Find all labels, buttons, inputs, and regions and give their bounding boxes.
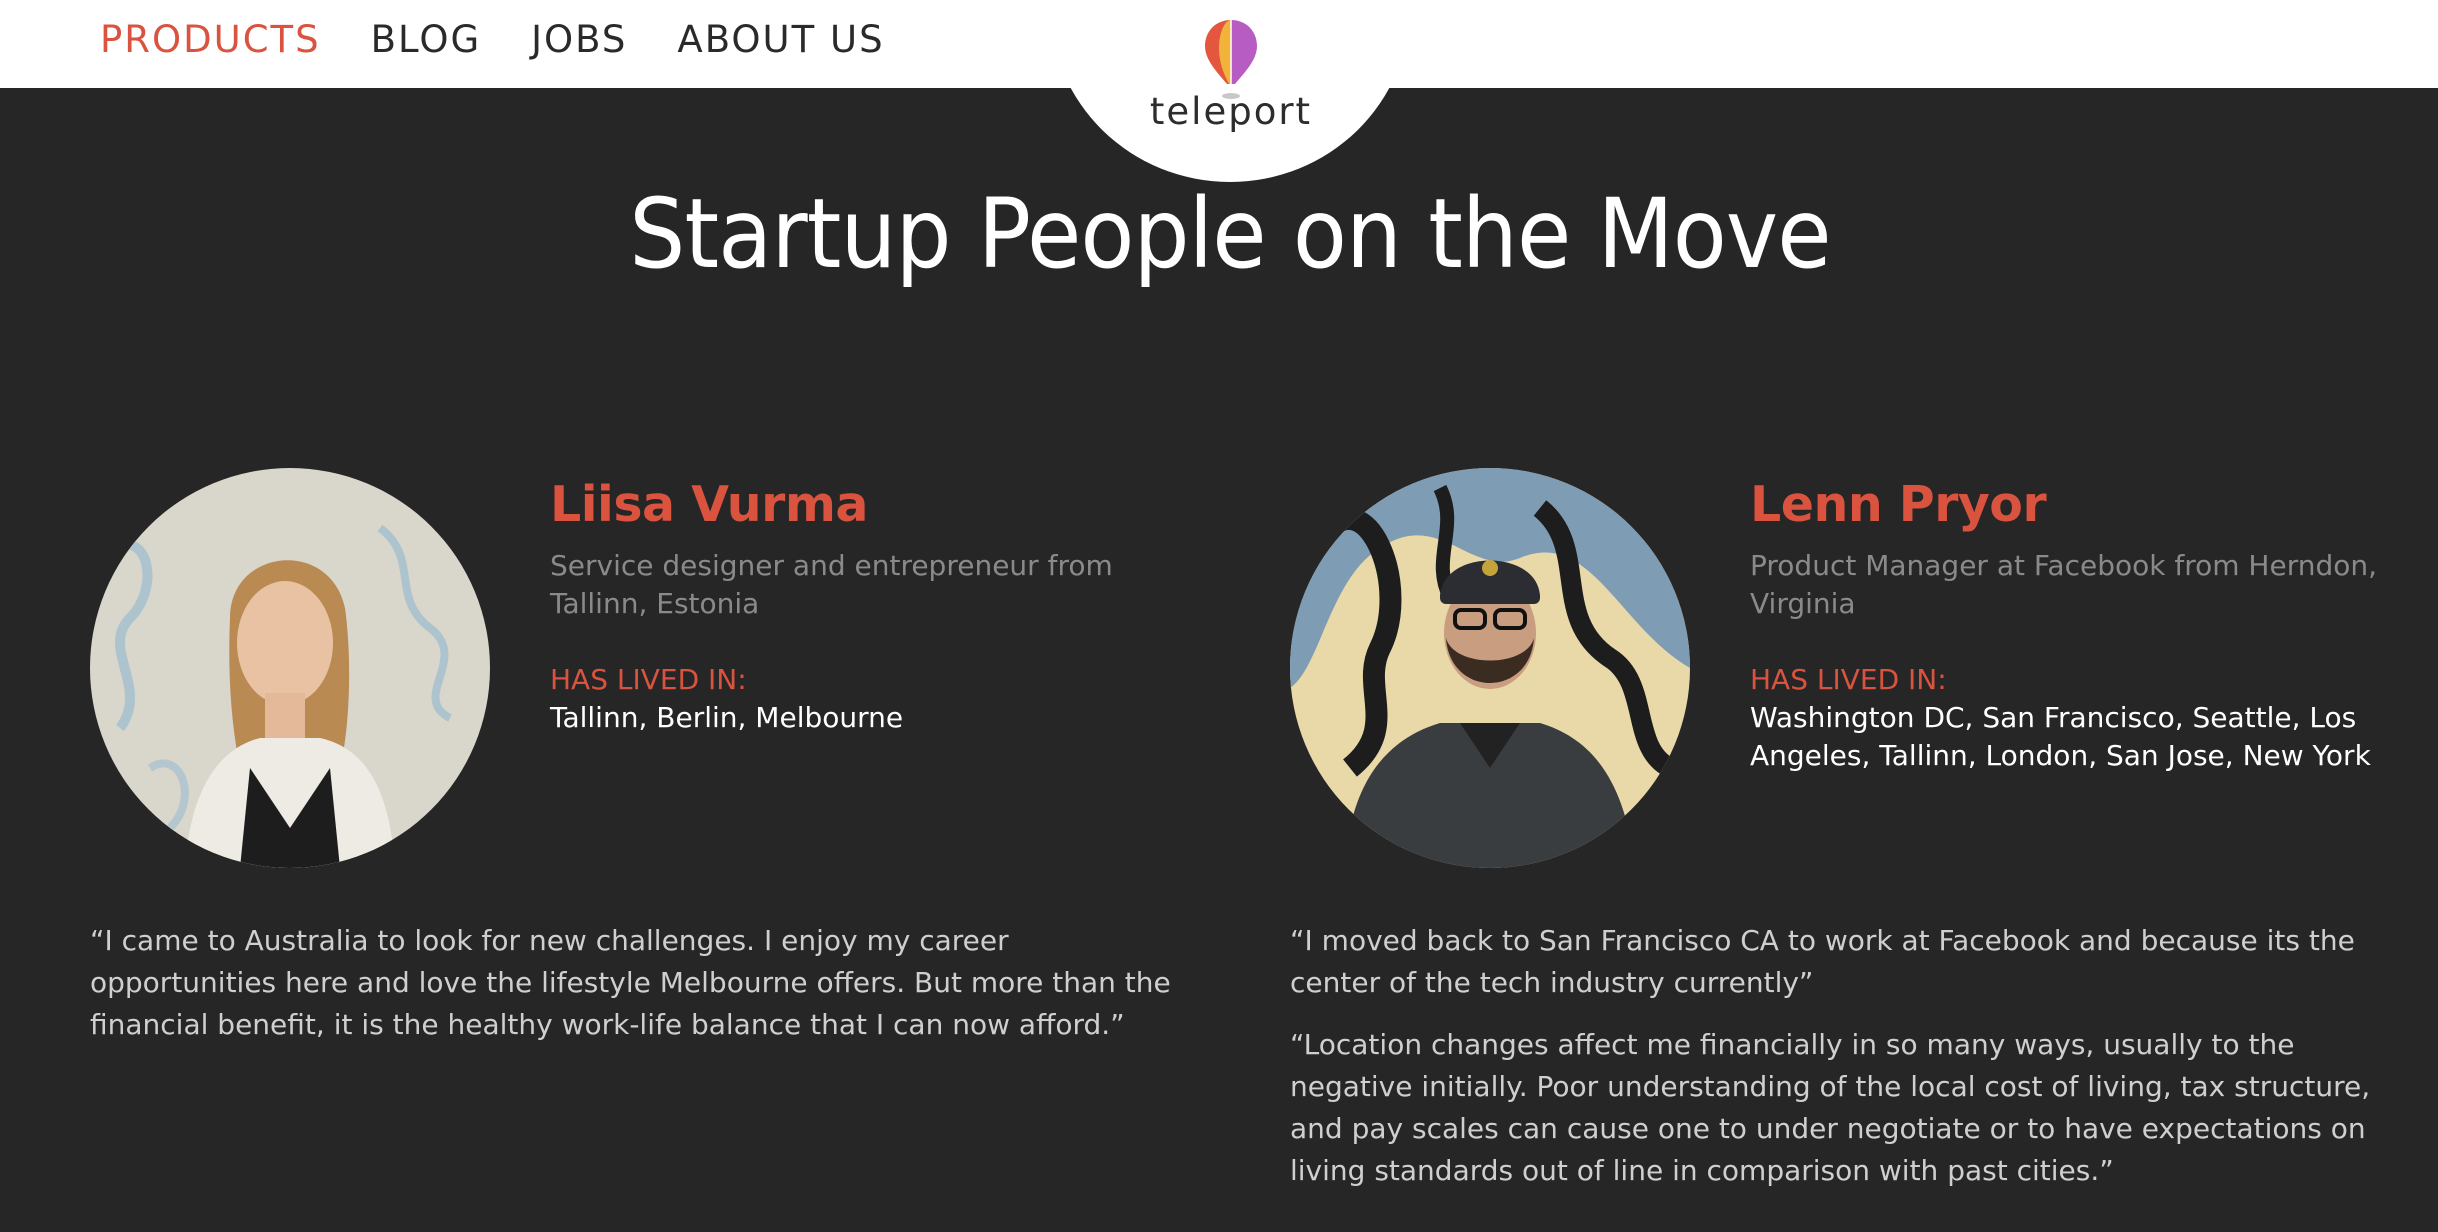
lived-in-label: HAS LIVED IN: <box>1750 662 1947 696</box>
quotes: “I came to Australia to look for new cha… <box>90 920 1190 1066</box>
teleport-logo[interactable]: teleport <box>1140 14 1322 136</box>
page: PRODUCTS BLOG JOBS ABOUT US teleport Sta… <box>0 0 2438 1232</box>
avatar-photo-lenn <box>1290 468 1690 868</box>
quote: “I moved back to San Francisco CA to wor… <box>1290 924 2355 999</box>
person-info: Lenn Pryor Product Manager at Facebook f… <box>1750 476 2390 775</box>
page-title: Startup People on the Move <box>629 178 1831 290</box>
quote: “Location changes affect me financially … <box>1290 1028 2371 1187</box>
person-role: Product Manager at Facebook from Herndon… <box>1750 548 2378 620</box>
nav-item-products[interactable]: PRODUCTS <box>100 18 321 61</box>
person-name: Liisa Vurma <box>550 476 868 533</box>
person-name: Lenn Pryor <box>1750 476 2047 533</box>
nav-item-blog[interactable]: BLOG <box>371 18 481 61</box>
person-role: Service designer and entrepreneur from T… <box>550 548 1113 620</box>
quotes: “I moved back to San Francisco CA to wor… <box>1290 920 2390 1212</box>
quote: “I came to Australia to look for new cha… <box>90 924 1171 1041</box>
avatar-photo-liisa <box>90 468 490 868</box>
main-nav: PRODUCTS BLOG JOBS ABOUT US <box>100 0 935 78</box>
lived-in-cities: Washington DC, San Francisco, Seattle, L… <box>1750 700 2371 772</box>
nav-item-about-us[interactable]: ABOUT US <box>677 18 884 61</box>
lived-in-cities: Tallinn, Berlin, Melbourne <box>550 700 904 734</box>
lived-in-label: HAS LIVED IN: <box>550 662 747 696</box>
avatar <box>90 468 490 868</box>
logo-text: teleport <box>1149 90 1313 133</box>
nav-item-jobs[interactable]: JOBS <box>531 18 627 61</box>
person-info: Liisa Vurma Service designer and entrepr… <box>550 476 1190 737</box>
avatar <box>1290 468 1690 868</box>
